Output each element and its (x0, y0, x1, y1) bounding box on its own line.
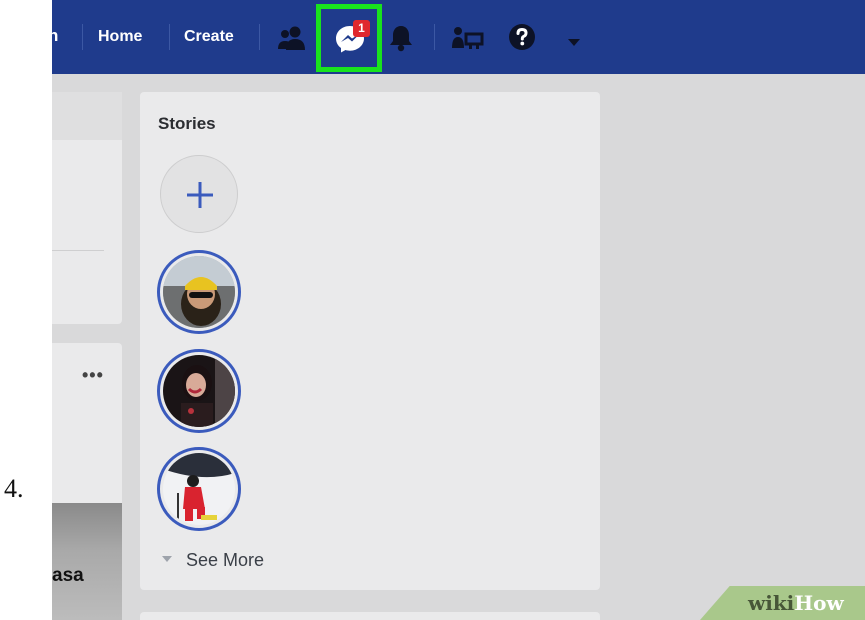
find-friends-icon[interactable] (452, 26, 484, 55)
stories-panel: Stories See More (140, 92, 600, 590)
see-more-label: See More (186, 550, 265, 570)
nav-divider (259, 24, 260, 50)
stories-title: Stories (158, 114, 216, 133)
add-story-button[interactable] (160, 155, 238, 233)
see-more-stories-button[interactable]: See More (162, 550, 264, 571)
story-thumbnail (163, 453, 235, 525)
help-icon[interactable] (508, 23, 536, 56)
feed-post-card: ••• asa (52, 343, 122, 620)
nav-divider (434, 24, 435, 50)
facebook-screen: n Home Create 1 ••• asa Stories See More (52, 0, 865, 620)
watermark-wiki: wiki (748, 591, 795, 615)
dropdown-arrow-icon[interactable] (568, 34, 580, 52)
watermark-how: How (794, 591, 844, 615)
messenger-button[interactable]: 1 (316, 4, 382, 72)
post-photo-caption: asa (52, 565, 84, 586)
notifications-icon[interactable] (388, 24, 414, 57)
top-navigation-bar: n Home Create 1 (52, 0, 865, 74)
plus-icon (187, 182, 213, 208)
composer-card (52, 92, 122, 324)
chevron-down-icon (162, 556, 172, 563)
nav-divider (82, 24, 83, 50)
friends-icon[interactable] (278, 25, 306, 56)
post-options-button[interactable]: ••• (82, 365, 104, 386)
story-avatar[interactable] (157, 250, 241, 334)
nav-divider (169, 24, 170, 50)
story-thumbnail (163, 256, 235, 328)
composer-card-header (52, 92, 122, 140)
wikihow-watermark: wikiHow (748, 591, 844, 615)
nav-link-cut-off[interactable]: n (52, 26, 58, 46)
story-avatar[interactable] (157, 447, 241, 531)
story-thumbnail (163, 355, 235, 427)
next-panel-card (140, 612, 600, 620)
nav-create-link[interactable]: Create (184, 28, 234, 46)
story-avatar[interactable] (157, 349, 241, 433)
post-photo[interactable] (52, 503, 122, 620)
nav-home-link[interactable]: Home (98, 28, 142, 46)
messenger-unread-badge: 1 (353, 20, 370, 37)
composer-divider (52, 250, 104, 251)
step-number: 4. (4, 474, 24, 503)
